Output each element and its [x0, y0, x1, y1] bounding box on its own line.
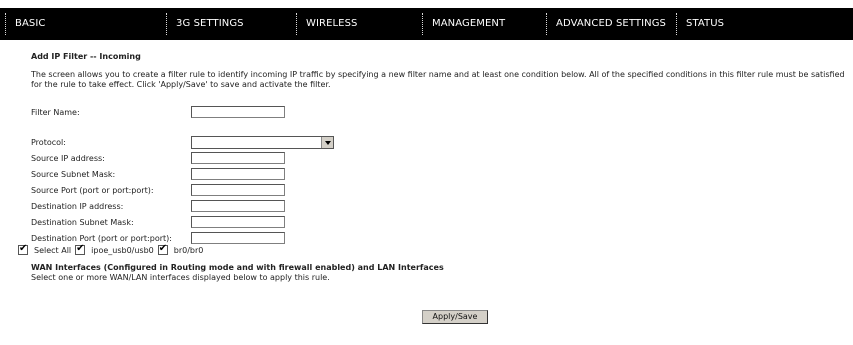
interface-checkbox-ipoe-usb0[interactable]	[75, 243, 86, 255]
dest-subnet-row: Destination Subnet Mask:	[31, 216, 285, 228]
source-ip-input[interactable]	[191, 152, 285, 164]
select-all-label: Select All	[34, 245, 72, 255]
filter-name-row: Filter Name:	[31, 106, 285, 118]
main-content: Add IP Filter -- Incoming The screen all…	[31, 52, 853, 282]
filter-name-label: Filter Name:	[31, 107, 80, 117]
interface-checkbox-br0[interactable]	[157, 243, 168, 255]
dest-port-label: Destination Port (port or port:port):	[31, 233, 172, 243]
tab-basic[interactable]: BASIC	[3, 8, 164, 40]
select-all-checkbox[interactable]	[18, 243, 28, 255]
tab-management[interactable]: MANAGEMENT	[420, 8, 544, 40]
tab-3g-settings[interactable]: 3G SETTINGS	[164, 8, 294, 40]
source-ip-row: Source IP address:	[31, 152, 285, 164]
source-port-row: Source Port (port or port:port):	[31, 184, 285, 196]
description-line-2: for the rule to take effect. Click 'Appl…	[31, 80, 331, 89]
protocol-label: Protocol:	[31, 137, 66, 147]
dest-subnet-label: Destination Subnet Mask:	[31, 217, 134, 227]
source-ip-label: Source IP address:	[31, 153, 105, 163]
filter-name-input[interactable]	[191, 106, 285, 118]
source-subnet-input[interactable]	[191, 168, 285, 180]
protocol-row: Protocol:	[31, 136, 334, 149]
tab-status[interactable]: STATUS	[674, 8, 853, 40]
dest-ip-input[interactable]	[191, 200, 285, 212]
source-port-label: Source Port (port or port:port):	[31, 185, 154, 195]
dest-subnet-input[interactable]	[191, 216, 285, 228]
interface-checkbox-group: Select All ipoe_usb0/usb0 br0/br0	[18, 243, 207, 255]
interface-label-br0: br0/br0	[173, 245, 204, 255]
protocol-select[interactable]	[191, 136, 334, 149]
wan-interfaces-heading: WAN Interfaces (Configured in Routing mo…	[31, 263, 444, 272]
page-description: The screen allows you to create a filter…	[31, 70, 845, 90]
page-title: Add IP Filter -- Incoming	[31, 52, 141, 61]
dest-ip-label: Destination IP address:	[31, 201, 124, 211]
apply-save-button[interactable]: Apply/Save	[422, 310, 488, 324]
description-line-1: The screen allows you to create a filter…	[31, 70, 845, 79]
wan-interfaces-subtext: Select one or more WAN/LAN interfaces di…	[31, 273, 330, 282]
source-subnet-row: Source Subnet Mask:	[31, 168, 285, 180]
top-navigation: BASIC 3G SETTINGS WIRELESS MANAGEMENT AD…	[0, 8, 853, 40]
interface-label-ipoe-usb0: ipoe_usb0/usb0	[91, 245, 154, 255]
dest-ip-row: Destination IP address:	[31, 200, 285, 212]
chevron-down-icon[interactable]	[321, 137, 333, 148]
tab-advanced-settings[interactable]: ADVANCED SETTINGS	[544, 8, 674, 40]
source-subnet-label: Source Subnet Mask:	[31, 169, 116, 179]
tab-wireless[interactable]: WIRELESS	[294, 8, 420, 40]
dest-port-input[interactable]	[191, 232, 285, 244]
source-port-input[interactable]	[191, 184, 285, 196]
